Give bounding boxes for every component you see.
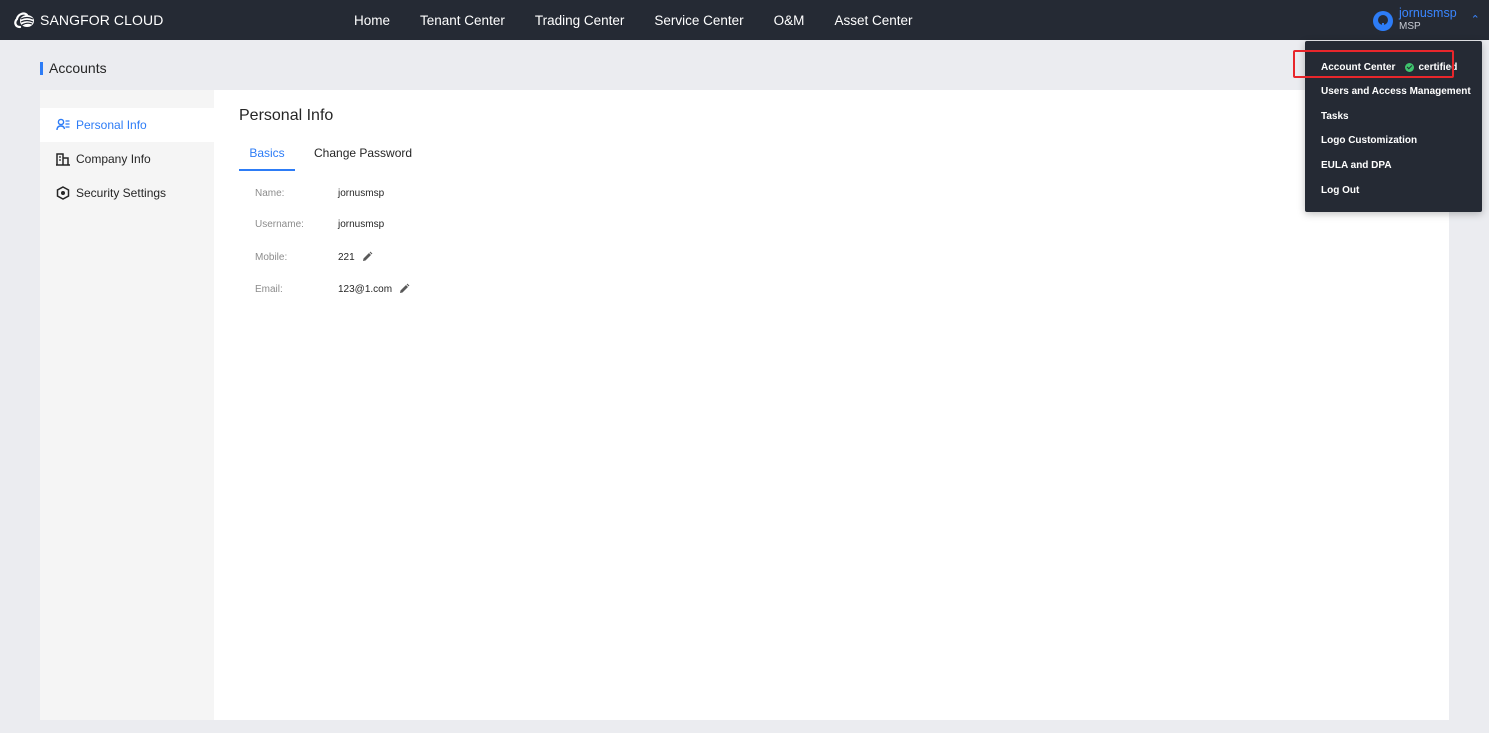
- nav-asset-center[interactable]: Asset Center: [834, 13, 912, 28]
- menu-item-tasks[interactable]: Tasks: [1321, 111, 1349, 122]
- nav-service-center[interactable]: Service Center: [654, 13, 743, 28]
- field-label: Name:: [255, 188, 285, 199]
- user-name: jornusmsp: [1399, 6, 1457, 20]
- user-dropdown-menu: Account Center certified Users and Acces…: [1305, 41, 1482, 212]
- shield-icon: [56, 186, 70, 200]
- avatar-icon: [1373, 11, 1393, 31]
- sidebar-item-company-info[interactable]: Company Info: [40, 142, 214, 176]
- field-label: Email:: [255, 283, 283, 295]
- certified-badge: certified: [1418, 62, 1458, 73]
- cloud-logo-icon: [14, 12, 34, 29]
- check-circle-icon: [1405, 63, 1415, 72]
- brand-logo[interactable]: SANGFOR CLOUD: [12, 9, 163, 31]
- nav-trading-center[interactable]: Trading Center: [535, 13, 625, 28]
- field-name: Name: jornusmsp: [255, 188, 384, 199]
- sidebar-item-label: Company Info: [76, 152, 151, 166]
- field-value: 123@1.com: [338, 283, 393, 295]
- page-title: Accounts: [49, 60, 107, 76]
- nav-home[interactable]: Home: [354, 13, 390, 28]
- field-value-wrap: 123@1.com: [338, 283, 410, 295]
- user-menu-trigger[interactable]: jornusmsp MSP ⌃: [1373, 7, 1480, 32]
- nav-om[interactable]: O&M: [774, 13, 805, 28]
- personal-info-panel: Personal Info Basics Change Password Nam…: [214, 90, 1449, 720]
- field-value: jornusmsp: [338, 188, 385, 199]
- field-value: jornusmsp: [338, 219, 385, 230]
- chevron-up-icon[interactable]: ⌃: [1471, 13, 1480, 26]
- menu-item-eula-dpa[interactable]: EULA and DPA: [1321, 160, 1392, 171]
- field-label: Username:: [255, 219, 304, 230]
- title-accent-bar: [40, 61, 43, 75]
- building-icon: [56, 152, 70, 166]
- tab-basics[interactable]: Basics: [239, 144, 295, 171]
- user-list-icon: [56, 118, 70, 132]
- sidebar-item-label: Security Settings: [76, 186, 167, 200]
- field-mobile: Mobile: 221: [255, 251, 373, 263]
- menu-item-label: Account Center: [1321, 62, 1396, 73]
- menu-item-logo-customization[interactable]: Logo Customization: [1321, 135, 1417, 146]
- nav-tenant-center[interactable]: Tenant Center: [420, 13, 505, 28]
- field-email: Email: 123@1.com: [255, 283, 410, 295]
- field-label: Mobile:: [255, 251, 288, 263]
- menu-item-users-access[interactable]: Users and Access Management: [1321, 86, 1471, 97]
- main-nav: Home Tenant Center Trading Center Servic…: [354, 0, 912, 40]
- tab-change-password[interactable]: Change Password: [314, 144, 412, 171]
- user-role: MSP: [1399, 20, 1421, 32]
- field-value-wrap: 221: [338, 251, 373, 263]
- breadcrumb: Accounts: [40, 60, 107, 76]
- pencil-icon[interactable]: [398, 283, 410, 295]
- section-title: Personal Info: [239, 107, 334, 124]
- field-value: 221: [338, 251, 355, 263]
- menu-item-log-out[interactable]: Log Out: [1321, 185, 1359, 196]
- menu-item-account-center[interactable]: Account Center certified: [1321, 62, 1457, 73]
- top-navigation-bar: SANGFOR CLOUD Home Tenant Center Trading…: [0, 0, 1489, 40]
- tabs: Basics Change Password: [239, 144, 412, 171]
- sidebar-item-label: Personal Info: [76, 118, 147, 132]
- field-username: Username: jornusmsp: [255, 219, 384, 230]
- account-sidebar: Personal Info Company Info Security Sett…: [40, 90, 214, 720]
- sidebar-item-personal-info[interactable]: Personal Info: [40, 108, 214, 142]
- sidebar-item-security-settings[interactable]: Security Settings: [40, 176, 214, 210]
- pencil-icon[interactable]: [361, 251, 373, 263]
- brand-name: SANGFOR CLOUD: [40, 12, 164, 28]
